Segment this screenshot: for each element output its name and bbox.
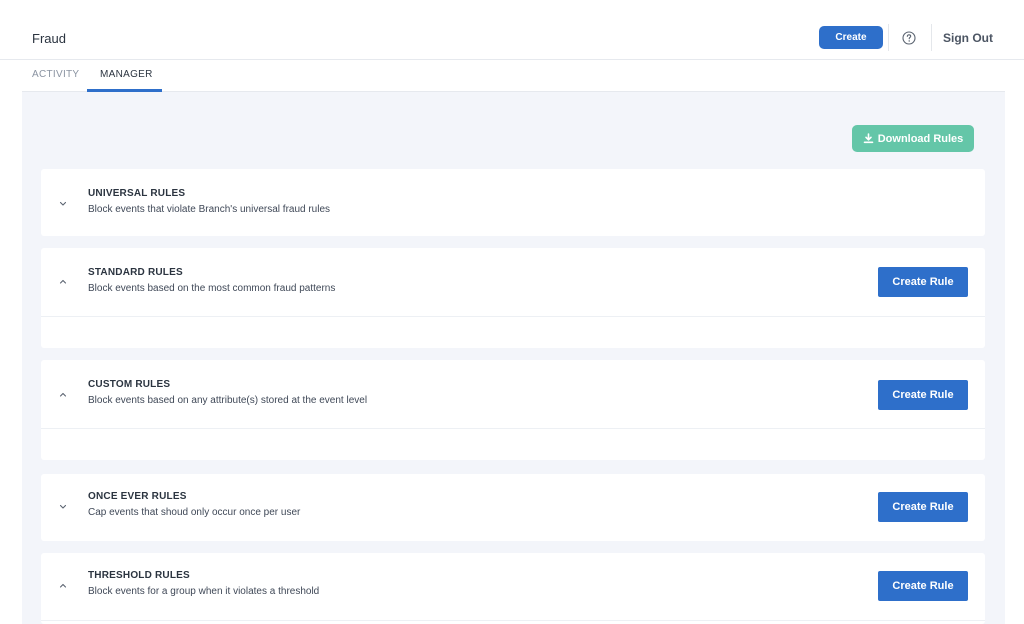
rule-title: STANDARD RULES [88,267,183,278]
chevron-down-icon[interactable] [58,502,68,512]
create-rule-button[interactable]: Create Rule [878,571,968,601]
tab-manager[interactable]: MANAGER [100,69,153,80]
rule-description: Block events based on the most common fr… [88,283,336,294]
chevron-up-icon[interactable] [58,277,68,287]
card-divider [41,316,985,317]
divider [888,24,889,51]
rule-card-universal [41,169,985,236]
question-circle-icon[interactable] [902,31,916,45]
rule-description: Block events for a group when it violate… [88,586,320,597]
page-title: Fraud [32,31,66,46]
download-rules-button[interactable]: Download Rules [852,125,974,152]
top-bar: Fraud Create Sign Out [0,0,1024,60]
divider [931,24,932,51]
rule-title: THRESHOLD RULES [88,570,190,581]
chevron-up-icon[interactable] [58,390,68,400]
card-divider [41,620,985,621]
rule-title: UNIVERSAL RULES [88,188,186,199]
create-rule-button[interactable]: Create Rule [878,267,968,297]
create-button[interactable]: Create [819,26,883,49]
sign-out-link[interactable]: Sign Out [943,31,993,45]
rule-card-custom [41,360,985,460]
download-icon [863,133,874,144]
tab-bar: ACTIVITY MANAGER [22,60,1005,92]
rule-description: Block events based on any attribute(s) s… [88,395,368,406]
chevron-down-icon[interactable] [58,199,68,209]
rule-card-standard [41,248,985,348]
rule-title: ONCE EVER RULES [88,491,187,502]
rule-description: Block events that violate Branch's unive… [88,204,331,215]
create-rule-button[interactable]: Create Rule [878,380,968,410]
rule-title: CUSTOM RULES [88,379,171,390]
chevron-up-icon[interactable] [58,581,68,591]
rule-description: Cap events that shoud only occur once pe… [88,507,301,518]
card-divider [41,428,985,429]
download-rules-label: Download Rules [877,132,964,145]
tab-activity[interactable]: ACTIVITY [32,69,79,80]
create-rule-button[interactable]: Create Rule [878,492,968,522]
